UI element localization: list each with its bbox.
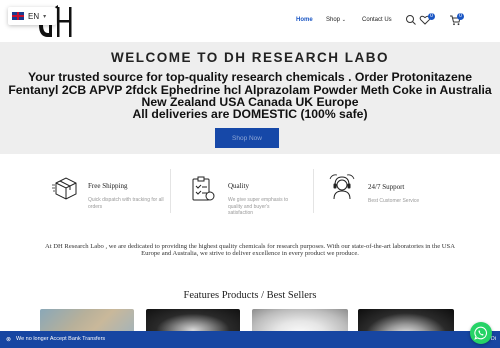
chevron-down-icon: ▾ [43, 13, 47, 20]
chevron-down-icon: ⌄ [341, 17, 346, 23]
whatsapp-icon [474, 326, 487, 340]
divider [313, 169, 314, 213]
support-agent-icon [329, 174, 355, 200]
hero-title: WELCOME TO DH RESEARCH LABO [110, 50, 389, 65]
shop-now-button[interactable]: Shop Now [215, 128, 279, 148]
feature-support: 24/7 Support Best Customer Service [328, 165, 458, 217]
feature-desc: Quick dispatch with tracking for all ord… [88, 197, 164, 210]
dismiss-notice-link[interactable]: Di [491, 336, 496, 342]
cart-count-badge: 0 [457, 13, 464, 20]
site-header: EN ▾ Home Shop ⌄ Contact Us 0 0 [0, 0, 500, 42]
language-selector[interactable]: EN ▾ [8, 7, 56, 25]
feature-quality: Quality We give super emphasis to qualit… [188, 165, 308, 217]
search-icon[interactable] [405, 14, 417, 26]
language-label: EN [28, 11, 40, 21]
features-row: Free Shipping Quick dispatch with tracki… [0, 165, 500, 225]
hero-subtitle: Your trusted source for top-quality rese… [8, 70, 492, 110]
nav-shop[interactable]: Shop ⌄ [326, 17, 346, 23]
info-icon: ⊗ [6, 337, 12, 343]
hero-banner: WELCOME TO DH RESEARCH LABO Your trusted… [0, 42, 500, 154]
store-notice-message: We no longer Accept Bank Transfers [16, 336, 106, 342]
feature-title: Quality [228, 182, 249, 190]
products-section-title: Features Products / Best Sellers [183, 290, 317, 301]
feature-desc: Best Customer Service [368, 198, 420, 204]
quality-clipboard-icon [192, 176, 215, 201]
feature-desc: We give super emphasis to quality and bu… [228, 197, 289, 216]
nav-contact[interactable]: Contact Us [362, 17, 392, 23]
box-icon [52, 177, 77, 200]
uk-flag-icon [12, 12, 24, 20]
hero-domestic-note: All deliveries are DOMESTIC (100% safe) [132, 107, 368, 121]
nav-shop-label: Shop [326, 17, 341, 23]
feature-title: Free Shipping [88, 182, 128, 190]
feature-title: 24/7 Support [368, 183, 405, 191]
store-notice-bar: ⊗ We no longer Accept Bank Transfers Di [0, 331, 500, 348]
nav-home[interactable]: Home [296, 17, 313, 23]
whatsapp-chat-button[interactable] [470, 322, 492, 344]
divider [170, 169, 171, 213]
feature-free-shipping: Free Shipping Quick dispatch with tracki… [52, 165, 172, 217]
about-text: At DH Research Labo , we are dedicated t… [45, 243, 455, 258]
wishlist-count-badge: 0 [428, 13, 435, 20]
